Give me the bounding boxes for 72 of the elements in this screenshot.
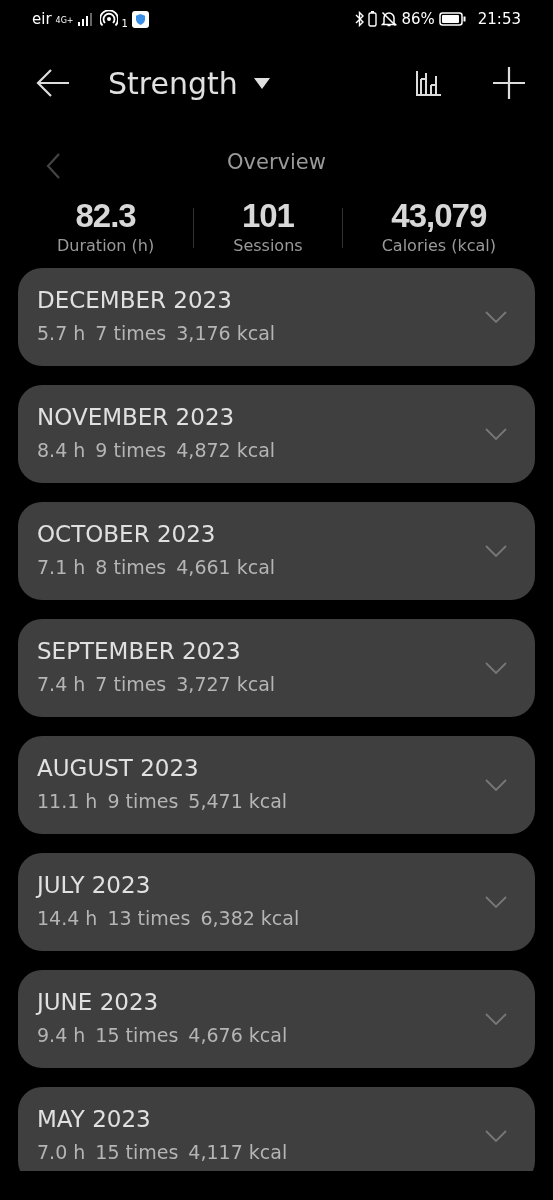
month-calories: 4,661 kcal xyxy=(176,554,276,580)
month-calories: 3,727 kcal xyxy=(176,671,276,697)
month-title: OCTOBER 2023 xyxy=(37,521,217,549)
month-title: MAY 2023 xyxy=(37,1106,152,1134)
back-button[interactable] xyxy=(36,68,70,98)
month-title: AUGUST 2023 xyxy=(37,755,200,783)
bluetooth-icon xyxy=(355,11,365,27)
month-title: JUNE 2023 xyxy=(37,989,160,1017)
stat-value: 43,079 xyxy=(391,198,487,235)
overview-title: Overview xyxy=(227,149,326,177)
add-button[interactable] xyxy=(493,67,525,99)
month-calories: 4,872 kcal xyxy=(176,437,276,463)
month-sessions: 9 times xyxy=(95,437,167,463)
month-card[interactable]: OCTOBER 2023 7.1 h 8 times 4,661 kcal xyxy=(18,502,535,601)
month-sessions: 8 times xyxy=(95,554,167,580)
stat-value: 82.3 xyxy=(75,198,136,235)
month-card[interactable]: MAY 2023 7.0 h 15 times 4,117 kcal xyxy=(18,1087,535,1172)
stat-label: Duration (h) xyxy=(57,235,155,258)
month-duration: 7.1 h xyxy=(37,554,86,580)
stat-label: Sessions xyxy=(233,235,303,258)
month-calories: 4,117 kcal xyxy=(188,1139,288,1165)
hotspot-count: 1 xyxy=(121,16,128,31)
month-calories: 5,471 kcal xyxy=(188,788,288,814)
month-duration: 7.0 h xyxy=(37,1139,86,1165)
month-title: NOVEMBER 2023 xyxy=(37,404,236,432)
network-type: 4G+ xyxy=(55,16,74,25)
battery-percent: 86% xyxy=(401,8,435,30)
month-calories: 3,176 kcal xyxy=(176,320,276,346)
month-duration: 8.4 h xyxy=(37,437,86,463)
stat-label: Calories (kcal) xyxy=(381,235,496,258)
month-sessions: 15 times xyxy=(95,1139,179,1165)
month-duration: 9.4 h xyxy=(37,1022,86,1048)
chart-button[interactable] xyxy=(415,69,443,97)
page-title[interactable]: Strength xyxy=(108,60,238,106)
month-title: DECEMBER 2023 xyxy=(37,287,233,315)
chevron-down-icon xyxy=(485,428,507,441)
battery-icon xyxy=(438,12,466,26)
month-sessions: 15 times xyxy=(95,1022,179,1048)
clock-time: 21:53 xyxy=(477,8,521,30)
mute-icon xyxy=(381,11,398,27)
chevron-down-icon xyxy=(485,662,507,675)
month-duration: 11.1 h xyxy=(37,788,98,814)
chevron-down-icon xyxy=(485,1130,507,1143)
month-sessions: 9 times xyxy=(107,788,179,814)
signal-icon xyxy=(77,12,92,26)
month-sessions: 7 times xyxy=(95,320,167,346)
stat-value: 101 xyxy=(241,198,294,235)
dropdown-icon[interactable] xyxy=(253,77,270,89)
month-duration: 5.7 h xyxy=(37,320,86,346)
month-card[interactable]: NOVEMBER 2023 8.4 h 9 times 4,872 kcal xyxy=(18,385,535,484)
carrier-name: eir xyxy=(32,8,52,30)
month-title: JULY 2023 xyxy=(37,872,152,900)
month-duration: 7.4 h xyxy=(37,671,86,697)
chevron-down-icon xyxy=(485,545,507,558)
chevron-down-icon xyxy=(485,779,507,792)
month-sessions: 13 times xyxy=(107,905,191,931)
hotspot-icon xyxy=(99,10,118,28)
month-card[interactable]: JUNE 2023 9.4 h 15 times 4,676 kcal xyxy=(18,970,535,1069)
month-calories: 4,676 kcal xyxy=(188,1022,288,1048)
month-card[interactable]: JULY 2023 14.4 h 13 times 6,382 kcal xyxy=(18,853,535,952)
month-sessions: 7 times xyxy=(95,671,167,697)
month-card[interactable]: DECEMBER 2023 5.7 h 7 times 3,176 kcal xyxy=(18,268,535,367)
chevron-down-icon xyxy=(485,311,507,324)
month-card[interactable]: SEPTEMBER 2023 7.4 h 7 times 3,727 kcal xyxy=(18,619,535,718)
chevron-down-icon xyxy=(485,1013,507,1026)
month-duration: 14.4 h xyxy=(37,905,98,931)
month-title: SEPTEMBER 2023 xyxy=(37,638,242,666)
vibrate-icon xyxy=(368,11,378,27)
month-calories: 6,382 kcal xyxy=(200,905,300,931)
chevron-down-icon xyxy=(485,896,507,909)
month-card[interactable]: AUGUST 2023 11.1 h 9 times 5,471 kcal xyxy=(18,736,535,835)
shield-icon xyxy=(131,10,149,28)
